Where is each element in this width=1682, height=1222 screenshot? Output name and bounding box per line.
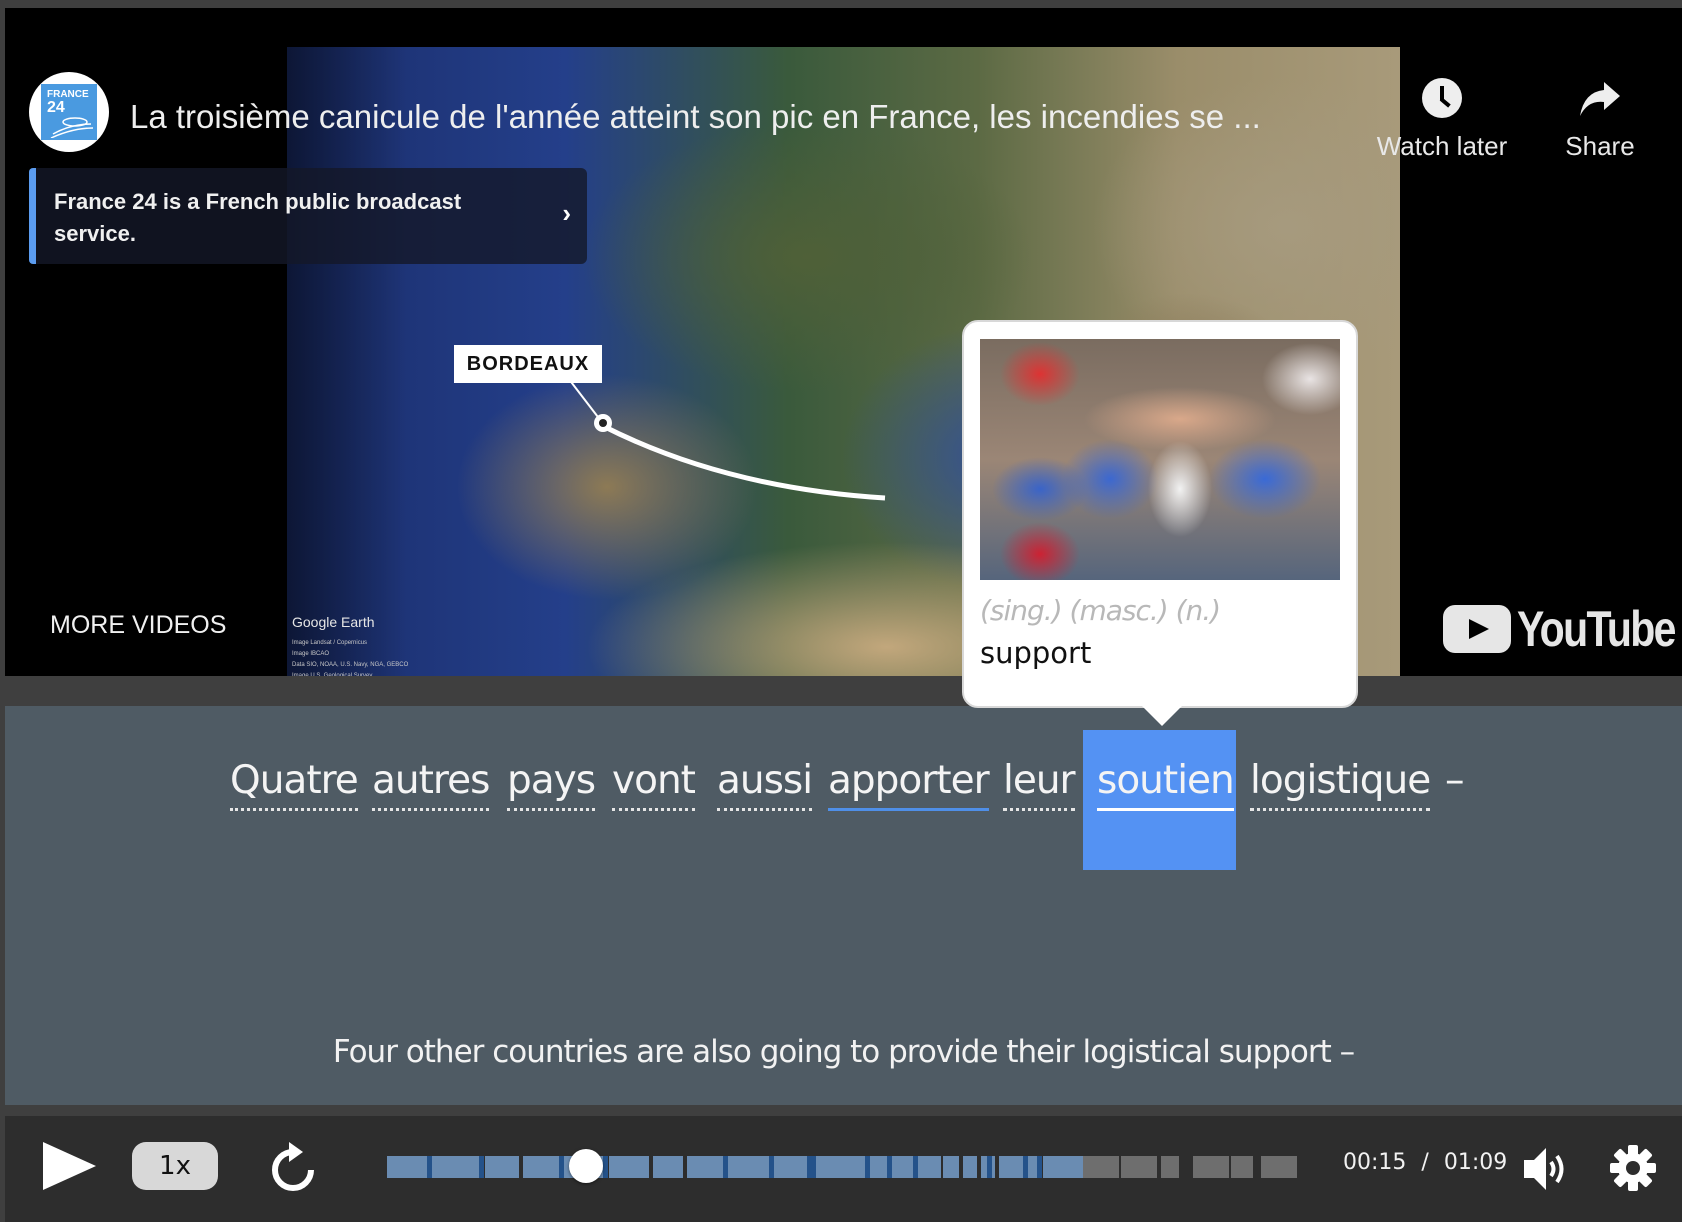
progress-segment-boundary bbox=[723, 1156, 728, 1178]
playback-speed-button[interactable]: 1x bbox=[132, 1142, 218, 1190]
progress-segment-boundary bbox=[913, 1156, 918, 1178]
progress-segment-played[interactable] bbox=[963, 1156, 977, 1178]
play-icon[interactable] bbox=[43, 1142, 96, 1190]
progress-segment-boundary bbox=[427, 1156, 432, 1178]
subtitle-words: Quatre autres pays vont aussi apporter l… bbox=[5, 706, 1682, 846]
more-videos-button[interactable]: MORE VIDEOS bbox=[50, 611, 226, 640]
playback-controls: 1x 00:15 / 01:09 bbox=[5, 1116, 1682, 1222]
word-definition-popup: (sing.) (masc.) (n.) support bbox=[962, 320, 1358, 708]
progress-segment-unplayed[interactable] bbox=[1193, 1156, 1229, 1178]
progress-segment-played[interactable] bbox=[485, 1156, 519, 1178]
replay-icon[interactable] bbox=[267, 1140, 319, 1194]
subtitle-word[interactable]: logistique bbox=[1250, 758, 1431, 811]
progress-segment-boundary bbox=[987, 1156, 992, 1178]
progress-segment-played[interactable] bbox=[387, 1156, 427, 1178]
watch-later-button[interactable]: Watch later bbox=[1367, 78, 1517, 162]
progress-segment-played[interactable] bbox=[687, 1156, 723, 1178]
time-separator: / bbox=[1421, 1150, 1429, 1175]
video-player[interactable]: BORDEAUX Google Earth Image Landsat / Co… bbox=[5, 8, 1682, 676]
definition-image bbox=[980, 339, 1340, 580]
gear-icon[interactable] bbox=[1609, 1144, 1657, 1192]
subtitle-word[interactable]: pays bbox=[507, 758, 596, 811]
duration: 01:09 bbox=[1443, 1150, 1508, 1175]
chevron-right-icon[interactable]: › bbox=[562, 198, 571, 229]
progress-segment-played[interactable] bbox=[523, 1156, 559, 1178]
youtube-logo[interactable]: YouTube bbox=[1443, 600, 1682, 658]
youtube-play-icon bbox=[1443, 605, 1511, 653]
progress-segment-played[interactable] bbox=[943, 1156, 959, 1178]
progress-segment-boundary bbox=[1023, 1156, 1028, 1178]
info-panel-chip[interactable]: France 24 is a French public broadcast s… bbox=[29, 168, 587, 264]
progress-segment-played[interactable] bbox=[727, 1156, 769, 1178]
grammar-tags: (sing.) (masc.) (n.) bbox=[980, 594, 1221, 627]
progress-segment-boundary bbox=[887, 1156, 892, 1178]
subtitle-word[interactable]: leur bbox=[1003, 758, 1076, 811]
progress-segment-played[interactable] bbox=[891, 1156, 913, 1178]
progress-segment-boundary bbox=[1037, 1156, 1042, 1178]
word-translation: support bbox=[980, 636, 1092, 670]
subtitle-word[interactable]: autres bbox=[372, 758, 490, 811]
progress-segment-played[interactable] bbox=[609, 1156, 649, 1178]
video-title[interactable]: La troisième canicule de l'année atteint… bbox=[130, 98, 1261, 136]
share-label: Share bbox=[1565, 131, 1635, 161]
progress-segment-boundary bbox=[479, 1156, 484, 1178]
credit-line: Image Landsat / Copernicus bbox=[292, 640, 368, 646]
volume-icon[interactable] bbox=[1520, 1144, 1570, 1194]
subtitle-word[interactable]: Quatre bbox=[230, 758, 359, 811]
progress-knob[interactable] bbox=[569, 1149, 604, 1183]
map-city-label: BORDEAUX bbox=[454, 345, 602, 383]
clock-icon bbox=[1422, 78, 1462, 118]
progress-segment-boundary bbox=[769, 1156, 774, 1178]
progress-segment-played[interactable] bbox=[1043, 1156, 1083, 1178]
credit-line: Data SIO, NOAA, U.S. Navy, NGA, GEBCO bbox=[292, 662, 409, 668]
progress-segment-played[interactable] bbox=[1027, 1156, 1037, 1178]
progress-segment-unplayed[interactable] bbox=[1231, 1156, 1253, 1178]
progress-segment-played[interactable] bbox=[653, 1156, 683, 1178]
share-button[interactable]: Share bbox=[1545, 78, 1655, 162]
progress-segment-played[interactable] bbox=[773, 1156, 807, 1178]
progress-segment-boundary bbox=[865, 1156, 870, 1178]
globe-edge-shade bbox=[287, 47, 407, 676]
subtitle-translation: Four other countries are also going to p… bbox=[332, 1034, 1355, 1070]
subtitle-panel: Quatre autres pays vont aussi apporter l… bbox=[5, 706, 1682, 1105]
google-earth-credit: Google Earth bbox=[292, 614, 375, 630]
share-arrow-icon bbox=[1580, 82, 1620, 116]
map-credit-lines: Image Landsat / Copernicus Image IBCAO D… bbox=[292, 638, 408, 676]
credit-line: Image U.S. Geological Survey bbox=[292, 673, 373, 676]
time-display: 00:15 / 01:09 bbox=[1343, 1150, 1507, 1175]
subtitle-word-known[interactable]: apporter bbox=[828, 758, 990, 811]
progress-segment-unplayed[interactable] bbox=[1121, 1156, 1157, 1178]
subtitle-trailing-dash: – bbox=[1445, 758, 1465, 803]
progress-segment-played[interactable] bbox=[999, 1156, 1023, 1178]
subtitle-word[interactable]: vont bbox=[612, 758, 696, 811]
info-chip-accent bbox=[29, 168, 36, 264]
subtitle-word-selected[interactable]: soutien bbox=[1097, 758, 1235, 811]
progress-segment-boundary bbox=[811, 1156, 816, 1178]
progress-bar[interactable] bbox=[387, 1149, 1305, 1183]
channel-avatar[interactable]: FRANCE 24 bbox=[29, 72, 109, 152]
current-time: 00:15 bbox=[1343, 1150, 1407, 1175]
progress-segment-played[interactable] bbox=[869, 1156, 887, 1178]
youtube-wordmark: YouTube bbox=[1517, 601, 1676, 657]
progress-segment-unplayed[interactable] bbox=[1161, 1156, 1179, 1178]
watch-later-label: Watch later bbox=[1376, 131, 1508, 161]
credit-line: Image IBCAO bbox=[292, 651, 330, 657]
progress-segment-played[interactable] bbox=[431, 1156, 479, 1178]
france24-logo-icon: FRANCE 24 bbox=[41, 84, 97, 140]
progress-segment-boundary bbox=[603, 1156, 608, 1178]
progress-segment-played[interactable] bbox=[915, 1156, 941, 1178]
progress-segment-unplayed[interactable] bbox=[1083, 1156, 1119, 1178]
progress-segment-played[interactable] bbox=[811, 1156, 865, 1178]
popup-pointer bbox=[1140, 704, 1184, 726]
logo-waves-icon bbox=[50, 117, 93, 138]
app-root: BORDEAUX Google Earth Image Landsat / Co… bbox=[0, 0, 1682, 1222]
progress-segment-unplayed[interactable] bbox=[1261, 1156, 1297, 1178]
info-chip-text: France 24 is a French public broadcast s… bbox=[54, 189, 462, 246]
progress-segment-boundary bbox=[559, 1156, 564, 1178]
subtitle-word[interactable]: aussi bbox=[717, 758, 813, 811]
